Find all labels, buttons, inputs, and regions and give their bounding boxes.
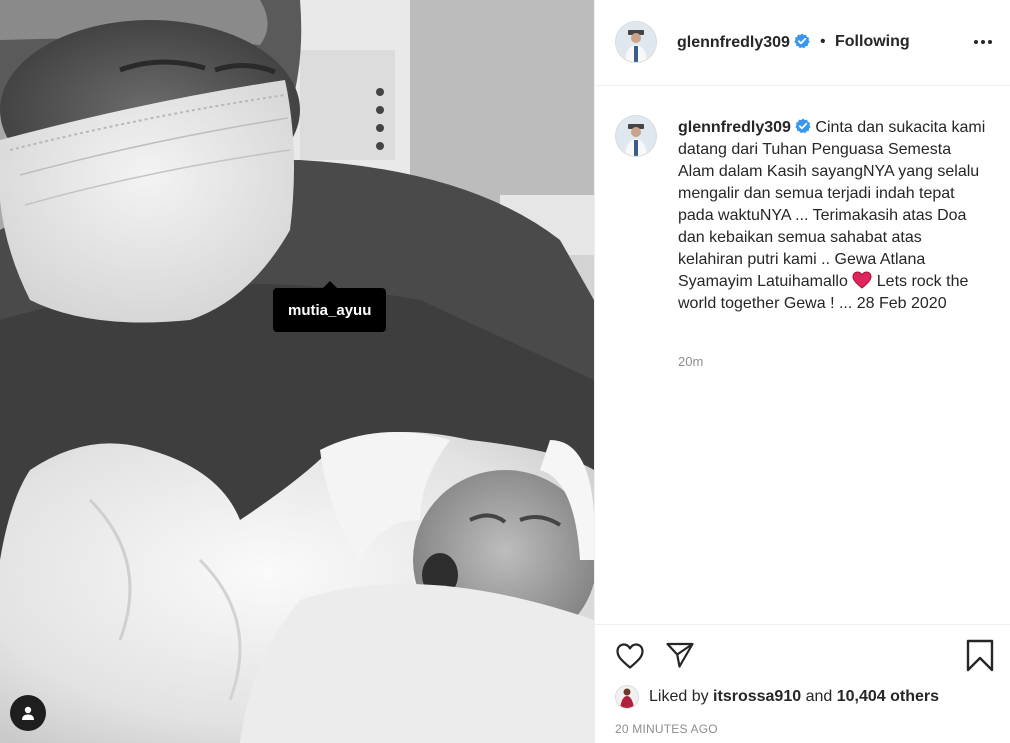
photo-scene [0,0,594,743]
liker-username[interactable]: itsrossa910 [713,688,801,706]
save-button[interactable] [965,639,995,678]
post-caption: glennfredly309 Cinta dan sukacita kami d… [678,117,988,315]
tagged-users-button[interactable] [10,695,46,731]
more-options-icon [974,40,992,44]
user-icon [22,706,34,720]
caption-author-avatar[interactable] [615,115,657,157]
verified-badge-icon [794,33,810,49]
instagram-post-modal: mutia_ayuu glennfredly309 • Following gl… [0,0,1010,743]
author-avatar[interactable] [615,21,657,63]
heart-outline-icon [616,643,644,669]
likes-summary: Liked by itsrossa910 and 10,404 others [615,684,939,710]
actions-divider [595,624,1010,625]
user-tag-tooltip[interactable]: mutia_ayuu [273,281,387,332]
caption-time[interactable]: 20m [678,354,703,369]
author-avatar-image [616,22,656,62]
tagged-username: mutia_ayuu [288,301,372,319]
post-photo[interactable]: mutia_ayuu [0,0,594,743]
caption-text-part-1: Cinta dan sukacita kami datang dari Tuha… [678,119,986,290]
author-username-row: glennfredly309 [677,33,810,52]
liked-by-conjunction: and [805,688,833,705]
others-count-link[interactable]: 10,404 others [837,688,939,706]
like-button[interactable] [615,642,645,675]
more-options-button[interactable] [970,30,996,54]
author-username[interactable]: glennfredly309 [677,34,790,51]
caption-avatar-image [616,116,656,156]
liker-avatar-image [616,686,638,708]
send-icon [666,642,694,668]
share-button[interactable] [665,641,695,674]
liked-by-prefix: Liked by [649,688,709,705]
post-timestamp[interactable]: 20 MINUTES AGO [615,722,718,736]
post-details-panel: glennfredly309 • Following glennfredly30… [594,0,1010,743]
bookmark-icon [966,639,994,672]
header-separator: • [820,33,826,50]
caption-verified-badge-icon [795,118,811,134]
caption-username[interactable]: glennfredly309 [678,119,791,136]
post-header: glennfredly309 • Following [595,0,1010,86]
following-button[interactable]: Following [835,33,910,51]
liker-avatar[interactable] [615,685,639,709]
red-heart-icon [852,271,872,289]
